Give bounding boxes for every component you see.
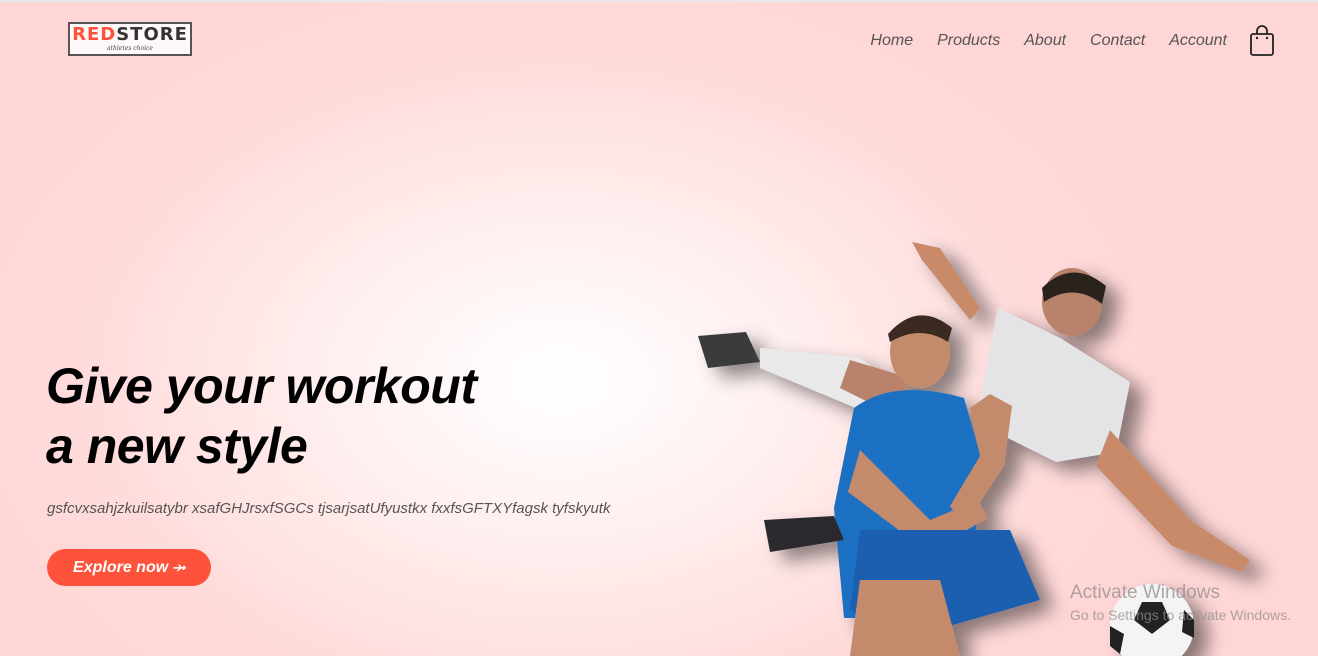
nav-about[interactable]: About xyxy=(1024,30,1066,52)
shopping-bag-icon[interactable] xyxy=(1249,25,1275,57)
hero-title-line1: Give your workout xyxy=(46,358,477,414)
arrow-right-icon: ⤞ xyxy=(172,558,185,576)
activate-windows-watermark: Activate Windows Go to Settings to activ… xyxy=(1070,582,1291,626)
top-border xyxy=(0,0,1318,2)
logo-wordmark: REDSTORE xyxy=(72,26,188,44)
explore-now-button[interactable]: Explore now ⤞ xyxy=(47,549,211,586)
redstore-logo[interactable]: REDSTORE athletes choice xyxy=(68,22,192,56)
watermark-subtitle: Go to Settings to activate Windows. xyxy=(1070,607,1291,623)
hero-description: gsfcvxsahjzkuilsatybr xsafGHJrsxfSGCs tj… xyxy=(47,500,611,517)
watermark-title: Activate Windows xyxy=(1070,582,1220,603)
logo-red-text: RED xyxy=(72,24,117,45)
hero-title-line2: a new style xyxy=(46,418,308,474)
hero-title: Give your workout a new style xyxy=(46,356,606,476)
nav-products[interactable]: Products xyxy=(937,30,1000,52)
logo-dark-text: STORE xyxy=(116,24,188,45)
explore-button-label: Explore now xyxy=(73,558,169,576)
logo-tagline: athletes choice xyxy=(107,45,153,52)
main-nav: Home Products About Contact Account xyxy=(870,30,1227,52)
nav-account[interactable]: Account xyxy=(1169,30,1227,52)
nav-contact[interactable]: Contact xyxy=(1090,30,1145,52)
nav-home[interactable]: Home xyxy=(870,30,913,52)
